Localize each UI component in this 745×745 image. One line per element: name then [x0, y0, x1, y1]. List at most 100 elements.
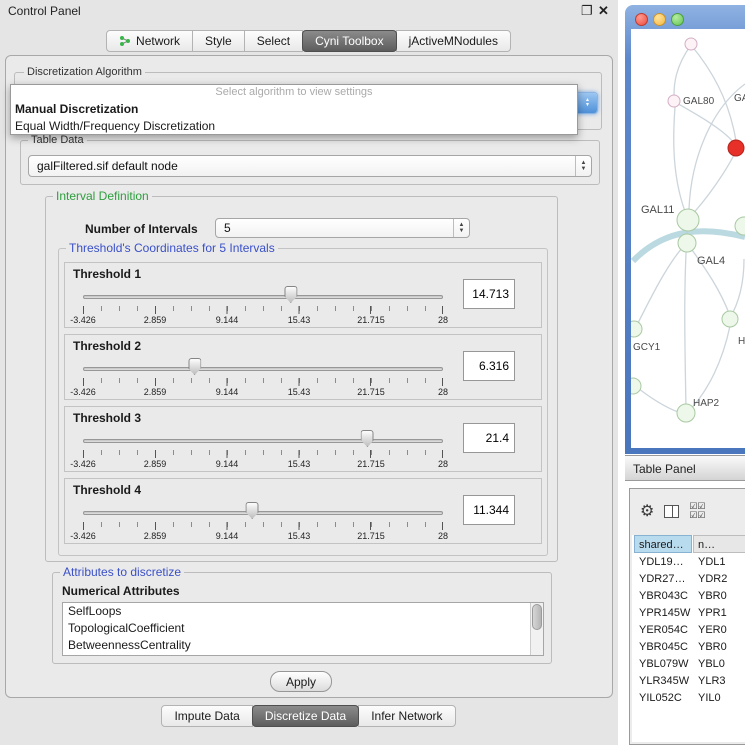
zoom-traffic-light-icon[interactable]	[671, 13, 684, 26]
node-label-hap2: HAP2	[693, 398, 720, 409]
cell: YLR345W	[639, 673, 694, 690]
node[interactable]	[722, 311, 738, 327]
top-tab-bar: Network Style Select Cyni Toolbox jActiv…	[0, 30, 618, 52]
table-row[interactable]: YBR043CYBR0	[634, 588, 745, 605]
combobox-arrows-icon[interactable]: ▲ ▼	[575, 156, 591, 176]
combobox-arrows-icon[interactable]: ▲ ▼	[453, 219, 469, 237]
list-item[interactable]: SelfLoops	[63, 603, 543, 620]
slider-track[interactable]	[83, 439, 443, 443]
gear-icon[interactable]: ⚙	[640, 501, 654, 521]
tab-network[interactable]: Network	[106, 30, 193, 52]
table-data-combobox[interactable]: galFiltered.sif default node ▲ ▼	[28, 155, 592, 177]
scale-label: -3.426	[70, 387, 96, 397]
table-row[interactable]: YBL079WYBL0	[634, 656, 745, 673]
select-columns-checkbox-icons[interactable]: ☑ ☑ ☑ ☑	[689, 502, 705, 520]
list-item[interactable]: BetweennessCentrality	[63, 637, 543, 654]
threshold-4-value-input[interactable]	[463, 495, 515, 525]
node-label-gal80: GAL80	[683, 96, 715, 107]
slider-thumb[interactable]	[284, 286, 297, 303]
tab-style[interactable]: Style	[192, 30, 245, 52]
tab-impute-data[interactable]: Impute Data	[161, 705, 252, 727]
slider-track[interactable]	[83, 295, 443, 299]
slider-ticks	[83, 522, 443, 530]
tab-select[interactable]: Select	[244, 30, 303, 52]
node-gal80[interactable]	[668, 95, 680, 107]
algorithm-option-manual[interactable]: Manual Discretization	[11, 101, 577, 118]
tab-infer-network[interactable]: Infer Network	[358, 705, 455, 727]
table-row[interactable]: YPR145WYPR1	[634, 605, 745, 622]
scale-label: 2.859	[144, 531, 167, 541]
slider-track[interactable]	[83, 511, 443, 515]
node-gcy1[interactable]	[631, 321, 642, 337]
discretization-algorithm-group-title: Discretization Algorithm	[24, 66, 145, 78]
threshold-3-value-input[interactable]	[463, 423, 515, 453]
table-toolbar: ⚙ ☑ ☑ ☑ ☑	[630, 489, 745, 533]
table-row[interactable]: YDR27…YDR2	[634, 571, 745, 588]
close-icon[interactable]: ✕	[598, 3, 609, 19]
scale-label: 9.144	[216, 531, 239, 541]
scale-label: 2.859	[144, 315, 167, 325]
scale-label: -3.426	[70, 531, 96, 541]
table-row[interactable]: YBR045CYBR0	[634, 639, 745, 656]
node-selected-red[interactable]	[728, 140, 744, 156]
float-window-icon[interactable]: ❐	[581, 3, 593, 19]
combobox-arrows-icon[interactable]: ▲ ▼	[578, 93, 597, 113]
table-row[interactable]: YIL052CYIL0	[634, 690, 745, 707]
scale-label: 9.144	[216, 315, 239, 325]
threshold-4-slider[interactable]: -3.426 2.859 9.144 15.43 21.715 28	[83, 497, 443, 543]
tab-jactivemnodules[interactable]: jActiveMNodules	[396, 30, 511, 52]
node[interactable]	[631, 378, 641, 394]
node[interactable]	[685, 38, 697, 50]
scale-label: 15.43	[288, 315, 311, 325]
threshold-label: Threshold 2	[73, 339, 141, 353]
slider-thumb[interactable]	[361, 430, 374, 447]
cell: YER0	[698, 622, 727, 639]
threshold-1-panel: Threshold 1 -3.426 2.859 9.144 15.43 21.…	[64, 262, 542, 328]
columns-icon[interactable]	[664, 505, 679, 518]
cell: YBR043C	[639, 588, 694, 605]
algorithm-placeholder-item[interactable]: Select algorithm to view settings	[11, 85, 577, 101]
threshold-label: Threshold 3	[73, 411, 141, 425]
threshold-3-slider[interactable]: -3.426 2.859 9.144 15.43 21.715 28	[83, 425, 443, 471]
apply-button[interactable]: Apply	[270, 671, 332, 692]
threshold-2-slider[interactable]: -3.426 2.859 9.144 15.43 21.715 28	[83, 353, 443, 399]
node-label-gal11: GAL11	[641, 204, 674, 216]
list-scrollbar[interactable]	[530, 603, 543, 655]
cell: YBR045C	[639, 639, 694, 656]
number-of-intervals-value: 5	[216, 221, 453, 235]
tab-label: Network	[136, 34, 180, 48]
scale-label: 28	[438, 387, 448, 397]
tab-discretize-data[interactable]: Discretize Data	[252, 705, 359, 727]
tab-label: jActiveMNodules	[409, 34, 498, 48]
threshold-1-slider[interactable]: -3.426 2.859 9.144 15.43 21.715 28	[83, 281, 443, 327]
number-of-intervals-combobox[interactable]: 5 ▲ ▼	[215, 218, 470, 238]
cell: YBR0	[698, 639, 727, 656]
scrollbar-thumb[interactable]	[532, 604, 542, 630]
threshold-label: Threshold 4	[73, 483, 141, 497]
table-row[interactable]: YDL19…YDL1	[634, 554, 745, 571]
thresholds-group-title: Threshold's Coordinates for 5 Intervals	[66, 242, 278, 254]
down-arrow-icon: ▼	[585, 103, 590, 108]
scale-label: 28	[438, 315, 448, 325]
minimize-traffic-light-icon[interactable]	[653, 13, 666, 26]
table-data-group-title: Table Data	[28, 134, 87, 146]
window-title: Control Panel	[8, 4, 81, 18]
table-row[interactable]: YER054CYER0	[634, 622, 745, 639]
algorithm-option-equal-width[interactable]: Equal Width/Frequency Discretization	[11, 118, 577, 135]
table-row[interactable]: YLR345WYLR3	[634, 673, 745, 690]
slider-track[interactable]	[83, 367, 443, 371]
column-header-shared-name[interactable]: shared…	[634, 535, 692, 553]
slider-thumb[interactable]	[188, 358, 201, 375]
threshold-1-value-input[interactable]	[463, 279, 515, 309]
threshold-2-value-input[interactable]	[463, 351, 515, 381]
network-canvas[interactable]: GAL80 GA GAL11 GAL4 GCY1 H HAP2	[631, 29, 745, 448]
scale-label: 21.715	[357, 387, 385, 397]
threshold-label: Threshold 1	[73, 267, 141, 281]
slider-thumb[interactable]	[246, 502, 259, 519]
node-gal4[interactable]	[678, 234, 696, 252]
column-header-name[interactable]: n…	[693, 535, 745, 553]
node-gal11[interactable]	[677, 209, 699, 231]
tab-cyni-toolbox[interactable]: Cyni Toolbox	[302, 30, 396, 52]
close-traffic-light-icon[interactable]	[635, 13, 648, 26]
list-item[interactable]: TopologicalCoefficient	[63, 620, 543, 637]
